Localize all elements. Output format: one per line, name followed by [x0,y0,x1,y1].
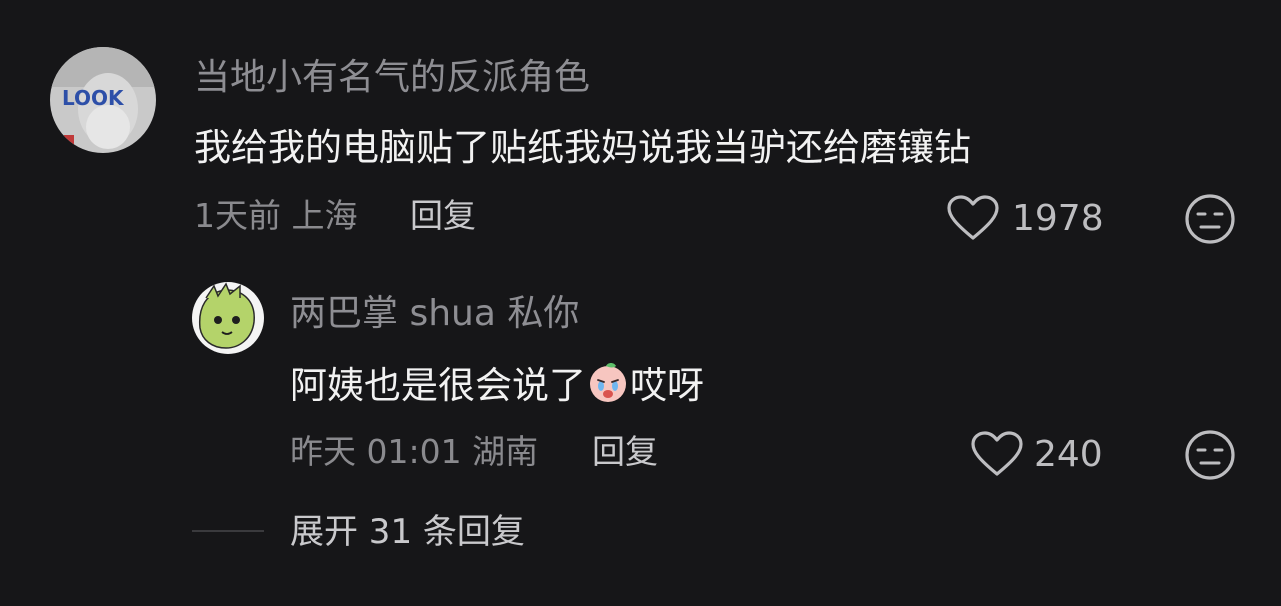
reply-like-button[interactable] [970,430,1024,478]
like-button[interactable] [946,194,1000,242]
reply-text: 阿姨也是很会说了 哎呀 [290,360,704,408]
comment-username[interactable]: 当地小有名气的反派角色 [194,58,590,98]
reply-like-count: 240 [1034,434,1103,475]
comment-thread: LOOK 当地小有名气的反派角色 我给我的电脑贴了贴纸我妈说我当驴还给磨镶钻 1… [0,0,1281,606]
reply-time-location: 昨天 01:01 湖南 [290,432,539,471]
heart-icon [970,430,1024,478]
crying-face-emoji [586,360,630,404]
meh-face-icon [1184,429,1236,481]
reply-avatar[interactable] [192,282,264,354]
reply-reply-button[interactable]: 回复 [592,432,658,472]
reply-dislike-button[interactable] [1184,429,1236,481]
divider [192,530,264,532]
reply-text-after: 哎呀 [630,364,704,407]
comment-text: 我给我的电脑贴了贴纸我妈说我当驴还给磨镶钻 [194,126,971,169]
comment-time-location: 1天前 上海 [194,196,358,235]
reply-button[interactable]: 回复 [410,196,476,236]
expand-replies-button[interactable]: 展开 31 条回复 [290,512,525,552]
heart-icon [946,194,1000,242]
reply-username[interactable]: 两巴掌 shua 私你 [290,294,579,334]
avatar[interactable]: LOOK [50,47,156,153]
meh-face-icon [1184,193,1236,245]
dislike-button[interactable] [1184,193,1236,245]
avatar-text: LOOK [62,86,125,110]
like-count: 1978 [1012,198,1104,239]
reply-text-before: 阿姨也是很会说了 [290,364,586,407]
